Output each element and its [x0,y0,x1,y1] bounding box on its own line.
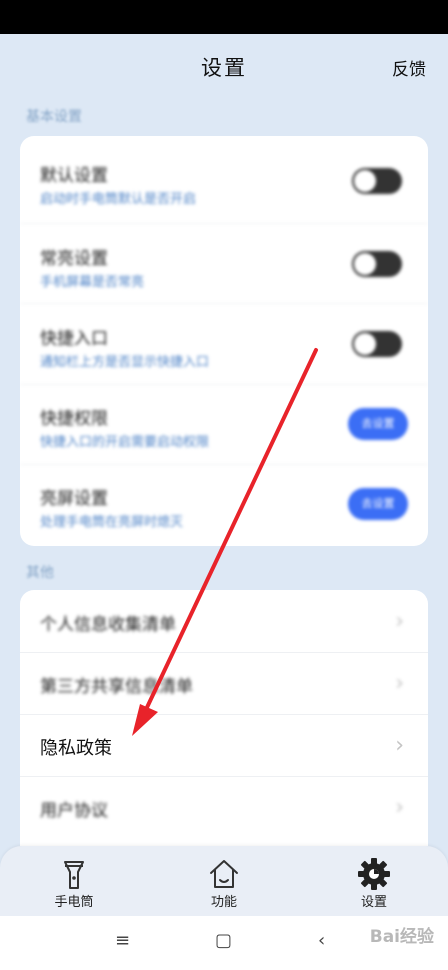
list-item-user-agreement[interactable]: 用户协议 › [20,776,428,838]
nav-tab-flashlight[interactable]: 手电筒 [14,846,134,916]
chevron-right-icon: › [395,733,404,758]
setting-title: 默认设置 [40,166,108,186]
list-item-label: 隐私政策 [40,738,112,759]
setting-row-shortcut[interactable]: 快捷入口 通知栏上方是否显示快捷入口 [20,304,428,384]
nav-label: 功能 [210,895,237,910]
setting-subtitle: 启动时手电筒默认是否开启 [40,192,197,207]
setting-subtitle: 手机屏幕是否常亮 [40,275,145,290]
list-item-privacy-policy[interactable]: 隐私政策 › [20,714,428,776]
chevron-right-icon: › [395,671,404,696]
section-label-other: 其他 [26,565,54,581]
gear-icon [358,858,390,890]
back-icon[interactable]: ‹ [318,930,325,951]
feedback-button[interactable]: 反馈 [392,55,426,80]
shortcut-permission-button[interactable]: 去设置 [348,408,408,440]
list-item-third-party[interactable]: 第三方共享信息清单 › [20,652,428,714]
home-button-icon[interactable]: ▢ [215,930,232,951]
bottom-nav: 手电筒 功能 设置 [0,846,448,916]
setting-subtitle: 通知栏上方是否显示快捷入口 [40,355,210,370]
flashlight-icon [64,861,84,889]
setting-row-shortcut-permission[interactable]: 快捷权限 快捷入口的开启需要启动权限 去设置 [20,384,428,464]
setting-title: 快捷入口 [40,329,108,349]
nav-tab-settings[interactable]: 设置 [314,846,434,916]
list-item-personal-info[interactable]: 个人信息收集清单 › [20,590,428,652]
watermark: Bai经验 [369,927,434,947]
setting-title: 常亮设置 [40,249,108,269]
list-item-label: 用户协议 [40,801,108,821]
setting-subtitle: 快捷入口的开启需要启动权限 [40,435,210,450]
setting-row-default[interactable]: 默认设置 启动时手电筒默认是否开启 [20,141,428,221]
status-bar [0,0,448,34]
setting-title: 快捷权限 [40,409,108,429]
page-title: 设置 [201,56,247,80]
setting-subtitle: 处理手电筒在亮屏时熄灭 [40,515,184,530]
nav-tab-features[interactable]: 功能 [164,846,284,916]
home-icon [210,860,238,888]
chevron-right-icon: › [395,609,404,634]
nav-label: 设置 [360,895,387,910]
shortcut-toggle[interactable] [352,331,402,357]
other-settings-card: 个人信息收集清单 › 第三方共享信息清单 › 隐私政策 › 用户协议 › [20,590,428,846]
setting-row-screen[interactable]: 亮屏设置 处理手电筒在亮屏时熄灭 去设置 [20,464,428,544]
list-item-label: 第三方共享信息清单 [40,677,193,697]
basic-settings-card: 默认设置 启动时手电筒默认是否开启 常亮设置 手机屏幕是否常亮 快捷入口 通知栏… [20,136,428,546]
chevron-right-icon: › [395,795,404,820]
setting-row-keep-on[interactable]: 常亮设置 手机屏幕是否常亮 [20,224,428,304]
section-label-basic: 基本设置 [26,109,82,125]
menu-icon[interactable]: ≡ [115,930,130,951]
default-toggle[interactable] [352,168,402,194]
nav-label: 手电筒 [54,895,94,910]
header: 设置 反馈 [0,34,448,98]
keep-on-toggle[interactable] [352,251,402,277]
list-item-label: 个人信息收集清单 [40,615,176,635]
screen-setting-button[interactable]: 去设置 [348,488,408,520]
setting-title: 亮屏设置 [40,489,108,509]
